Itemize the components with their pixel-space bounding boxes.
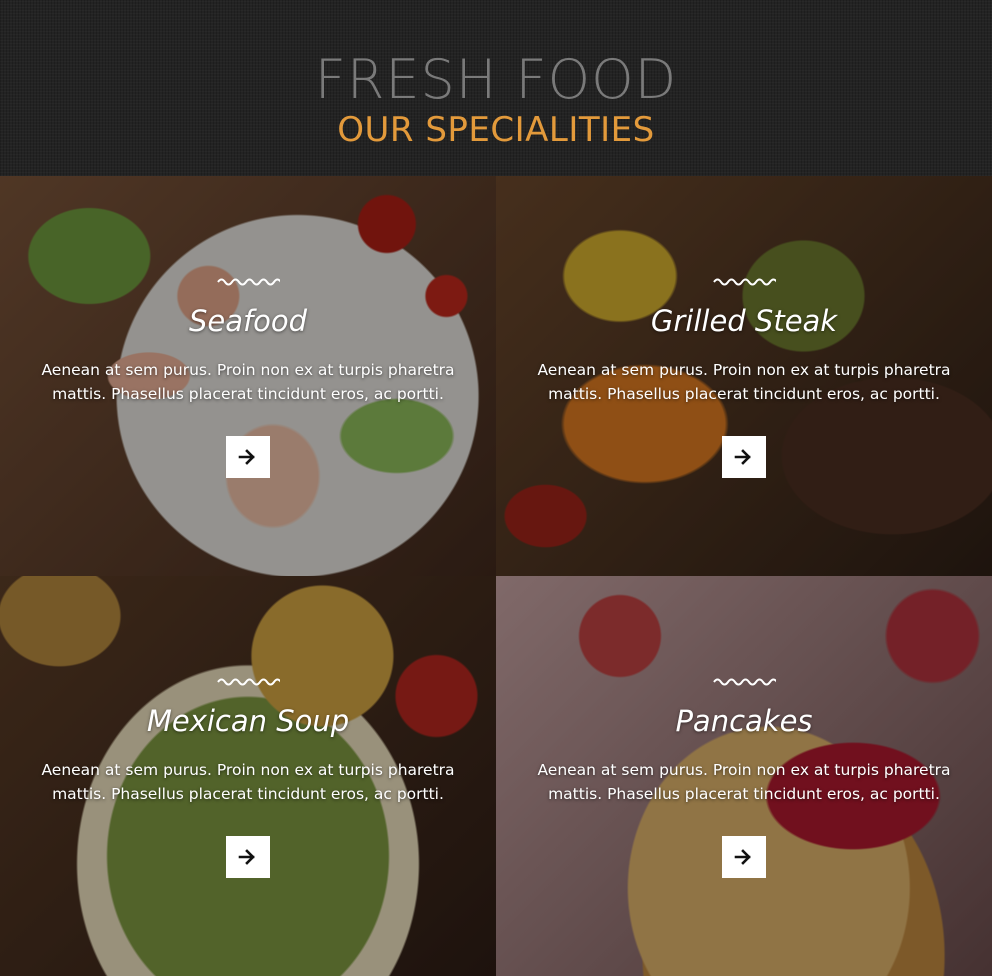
card-title: Mexican Soup xyxy=(146,704,350,738)
card-title: Pancakes xyxy=(675,704,813,738)
card-description: Aenean at sem purus. Proin non ex at tur… xyxy=(41,761,455,803)
arrow-right-icon xyxy=(734,849,751,865)
wave-divider-icon xyxy=(713,278,776,286)
wave-divider-icon xyxy=(217,278,280,286)
arrow-right-icon xyxy=(238,849,255,865)
speciality-card-pancakes: Pancakes Aenean at sem purus. Proin non … xyxy=(496,576,992,976)
seafood-more-button[interactable] xyxy=(226,436,270,478)
arrow-right-icon xyxy=(238,449,255,465)
mexican-soup-more-button[interactable] xyxy=(226,836,270,878)
section-header: FRESH FOOD OUR SPECIALITIES xyxy=(0,0,992,176)
arrow-right-icon xyxy=(734,449,751,465)
specialities-grid: Seafood Aenean at sem purus. Proin non e… xyxy=(0,176,992,976)
speciality-card-grilled-steak: Grilled Steak Aenean at sem purus. Proin… xyxy=(496,176,992,576)
card-title: Seafood xyxy=(188,304,308,338)
speciality-card-seafood: Seafood Aenean at sem purus. Proin non e… xyxy=(0,176,496,576)
speciality-card-mexican-soup: Mexican Soup Aenean at sem purus. Proin … xyxy=(0,576,496,976)
card-description: Aenean at sem purus. Proin non ex at tur… xyxy=(41,361,455,403)
grilled-steak-more-button[interactable] xyxy=(722,436,766,478)
card-description: Aenean at sem purus. Proin non ex at tur… xyxy=(537,361,951,403)
card-title: Grilled Steak xyxy=(650,304,838,338)
pancakes-more-button[interactable] xyxy=(722,836,766,878)
page-title: FRESH FOOD xyxy=(314,48,678,111)
wave-divider-icon xyxy=(217,678,280,686)
wave-divider-icon xyxy=(713,678,776,686)
page-subtitle: OUR SPECIALITIES xyxy=(337,110,655,150)
card-description: Aenean at sem purus. Proin non ex at tur… xyxy=(537,761,951,803)
